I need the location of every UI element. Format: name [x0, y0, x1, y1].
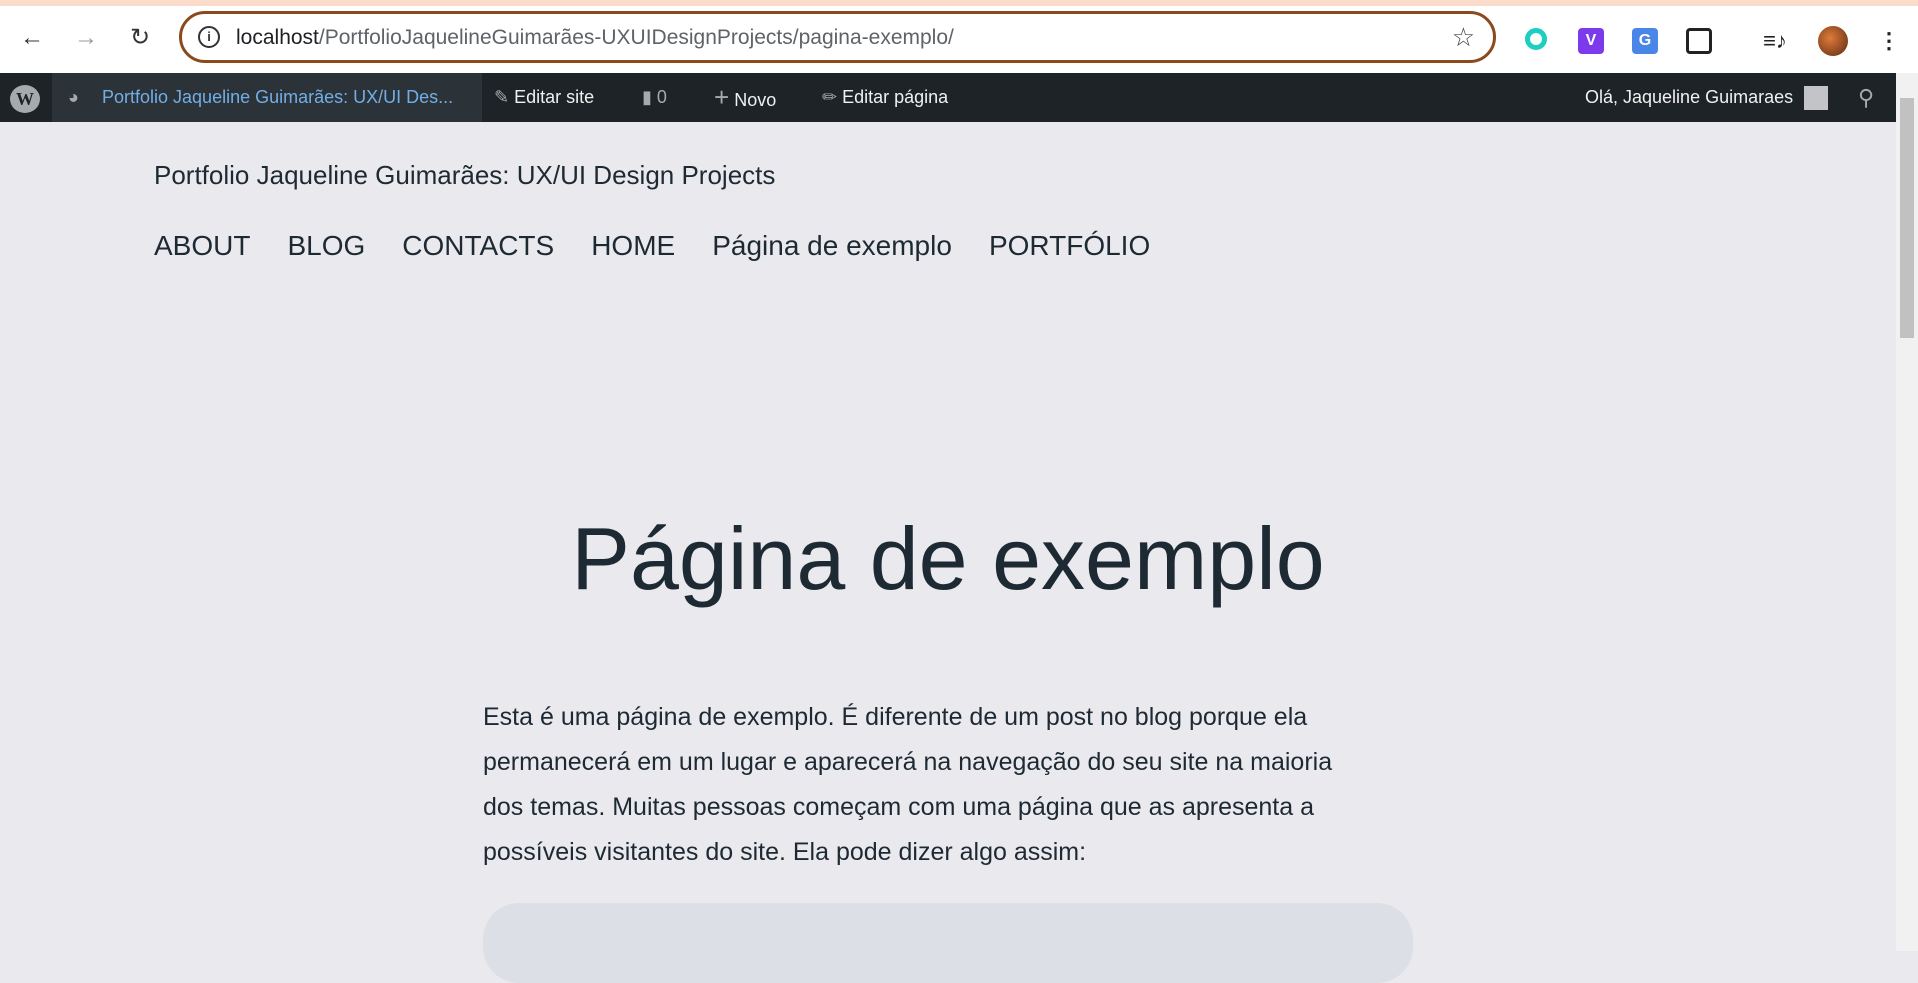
media-icon[interactable]: ≡♪ [1762, 28, 1788, 54]
admin-site-link[interactable]: ◕ Portfolio Jaqueline Guimarães: UX/UI De… [52, 73, 482, 122]
address-bar[interactable]: i localhost/PortfolioJaquelineGuimarães-… [179, 11, 1496, 63]
plus-icon: + [714, 82, 730, 112]
paragraph-line: possíveis visitantes do site. Ela pode d… [483, 838, 1087, 866]
url-text[interactable]: localhost/PortfolioJaquelineGuimarães-UX… [236, 26, 954, 50]
nav-item-contacts[interactable]: CONTACTS [402, 230, 554, 262]
quote-block [483, 903, 1413, 983]
account-link[interactable]: Olá, Jaqueline Guimaraes [1585, 73, 1829, 122]
extension-icon[interactable] [1525, 28, 1547, 50]
edit-page-link[interactable]: ✏ Editar página [822, 73, 948, 122]
wordpress-logo-icon[interactable]: W [10, 85, 40, 113]
forward-icon[interactable]: → [72, 24, 100, 52]
browser-toolbar: ← → ↻ i localhost/PortfolioJaquelineGuim… [0, 0, 1918, 73]
user-avatar [1804, 86, 1829, 111]
page-title: Página de exemplo [571, 509, 1325, 608]
scrollbar[interactable] [1896, 73, 1918, 951]
page-paragraph: Esta é uma página de exemplo. É diferent… [483, 695, 1332, 875]
wp-admin-bar: W ◕ Portfolio Jaqueline Guimarães: UX/UI … [0, 73, 1896, 122]
puzzle-extensions-icon[interactable] [1686, 28, 1712, 54]
paragraph-line: permanecerá em um lugar e aparecerá na n… [483, 748, 1333, 776]
pencil-icon: ✏ [822, 87, 838, 107]
reload-icon[interactable]: ↻ [126, 24, 154, 52]
more-menu-icon[interactable]: ⋮ [1876, 28, 1902, 54]
translate-extension-icon[interactable]: G [1632, 28, 1658, 54]
nav-item-about[interactable]: ABOUT [154, 230, 250, 262]
dashboard-icon: ◕ [68, 87, 79, 107]
main-navigation: ABOUT BLOG CONTACTS HOME Página de exemp… [154, 230, 1150, 262]
profile-avatar[interactable] [1818, 26, 1848, 56]
new-content-link[interactable]: + Novo [714, 73, 776, 122]
extension-v-icon[interactable]: V [1578, 28, 1604, 54]
paragraph-line: Esta é uma página de exemplo. É diferent… [483, 703, 1308, 731]
site-title[interactable]: Portfolio Jaqueline Guimarães: UX/UI Des… [154, 160, 775, 191]
comment-icon: ▮ [642, 87, 652, 107]
back-icon[interactable]: ← [18, 24, 46, 52]
edit-site-link[interactable]: ✎ Editar site [494, 73, 594, 122]
bookmark-star-icon[interactable]: ☆ [1452, 22, 1475, 53]
site-info-icon[interactable]: i [198, 26, 220, 48]
brush-icon: ✎ [494, 87, 510, 107]
nav-item-home[interactable]: HOME [591, 230, 675, 262]
nav-item-blog[interactable]: BLOG [287, 230, 365, 262]
nav-item-portfolio[interactable]: PORTFÓLIO [989, 230, 1150, 262]
scrollbar-thumb[interactable] [1900, 98, 1914, 338]
nav-item-pagina-de-exemplo[interactable]: Página de exemplo [712, 230, 952, 262]
comments-link[interactable]: ▮ 0 [642, 73, 667, 122]
paragraph-line: dos temas. Muitas pessoas começam com um… [483, 793, 1314, 821]
search-icon[interactable]: ⚲ [1858, 73, 1874, 122]
